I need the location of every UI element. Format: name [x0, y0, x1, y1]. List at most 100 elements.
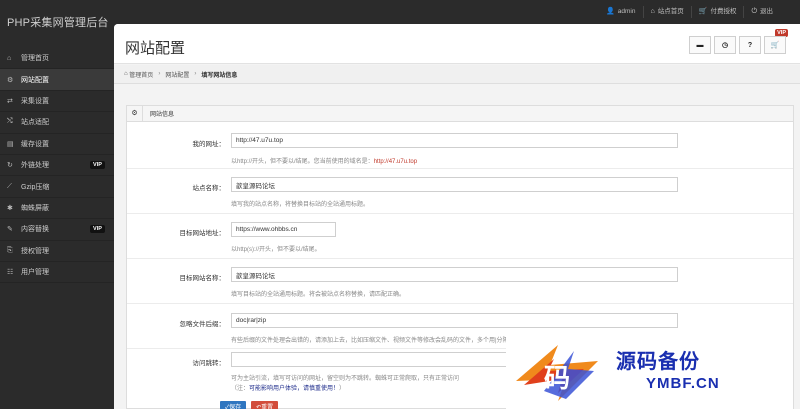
topnav-label: admin — [617, 8, 636, 15]
bug-icon: ✱ — [7, 204, 13, 212]
help-suffix: ） — [339, 386, 346, 392]
help-prefix: （注： — [231, 386, 250, 392]
database-icon: ▤ — [7, 140, 14, 148]
user-icon: 👤 — [606, 8, 615, 15]
topnav-license[interactable]: 🛒 付费授权 — [690, 6, 744, 18]
sidebar-item-label: 内容替换 — [21, 226, 49, 234]
topnav-label: 退出 — [760, 8, 773, 15]
box-header: ⚙ 网站信息 — [127, 105, 793, 122]
field-label: 我的网址： — [192, 141, 226, 148]
field-help: 以http(s)://开头，但不要以/结尾。 — [231, 247, 321, 253]
my-url-input[interactable]: http://47.u7u.top — [231, 133, 678, 148]
breadcrumb-site-config[interactable]: 网站配置 — [165, 70, 189, 79]
top-nav: 👤 admin ⌂ 站点首页 🛒 付费授权 ⏻ 退出 — [599, 6, 780, 18]
sidebar-item-cache-settings[interactable]: ▤ 缓存设置 — [0, 134, 114, 155]
field-label: 目标网站名称： — [179, 275, 226, 282]
vip-badge: VIP — [90, 161, 105, 170]
comment-icon[interactable]: ▬ — [689, 36, 711, 54]
field-my-url: 我的网址： http://47.u7u.top 以http://开头，但不要以/… — [127, 122, 793, 169]
brand-title: PHP采集网管理后台 — [7, 17, 109, 29]
gear-icon: ⚙ — [7, 76, 14, 84]
page-title: 网站配置 — [125, 40, 186, 57]
users-icon: ☷ — [7, 269, 14, 277]
sidebar-item-label: 外链处理 — [21, 162, 49, 170]
topnav-label: 站点首页 — [657, 8, 684, 15]
field-label: 访问跳转： — [192, 360, 226, 367]
sidebar-item-label: 网站配置 — [21, 76, 49, 84]
page-header: 网站配置 VIP ▬ ◷ ? 🛒 — [114, 24, 800, 64]
top-bar: PHP采集网管理后台 👤 admin ⌂ 站点首页 🛒 付费授权 ⏻ 退出 — [0, 0, 800, 29]
watermark-en: YMBF.CN — [646, 375, 720, 392]
header-buttons: ▬ ◷ ? 🛒 — [686, 36, 786, 54]
breadcrumb-separator: › — [158, 71, 161, 77]
sidebar-item-dashboard[interactable]: ⌂ 管理首页 — [0, 48, 114, 70]
gear-icon: ⚙ — [127, 105, 143, 122]
sidebar-item-label: 授权管理 — [21, 247, 49, 255]
target-name-input[interactable]: 歆皇源码论坛 — [231, 267, 678, 282]
sidebar-item-label: 用户管理 — [21, 269, 49, 277]
help-icon[interactable]: ? — [739, 36, 761, 54]
sidebar: ⌂ 管理首页 ⚙ 网站配置 ⇄ 采集设置 ⤭ 站点适配 ▤ 缓存设置 ↻ 外链处理 VIP ⟋… — [0, 48, 114, 409]
help-warning-text: 可能影响用户体验，请慎重使用！ — [249, 386, 340, 392]
topnav-user[interactable]: 👤 admin — [599, 6, 642, 18]
sidebar-item-label: 蜘蛛屏蔽 — [21, 204, 49, 212]
watermark: 码 源码备份 YMBF.CN — [506, 337, 793, 409]
compress-icon: ⟋ — [7, 182, 12, 190]
sidebar-item-users[interactable]: ☷ 用户管理 — [0, 262, 114, 284]
ignore-suffix-input[interactable]: doc|rar|zip — [231, 313, 678, 328]
box-title: 网站信息 — [150, 112, 175, 118]
pencil-icon: ✎ — [7, 226, 13, 234]
breadcrumb: ⌂ 管理首页 › 网站配置 › 填写网站信息 — [114, 65, 800, 84]
shuffle-icon: ⤭ — [7, 118, 13, 126]
sidebar-item-label: 采集设置 — [21, 97, 49, 105]
form-buttons: ✓保存 ↶重置 — [220, 401, 279, 409]
sidebar-item-label: Gzip压缩 — [21, 183, 50, 191]
topnav-site-home[interactable]: ⌂ 站点首页 — [642, 6, 691, 18]
sidebar-item-content-replace[interactable]: ✎ 内容替换 VIP — [0, 219, 114, 241]
field-help: 可为主站引流，填写可访问的网址，留空则为不跳转。蜘蛛可正常爬取，只有正常访问 — [231, 376, 460, 382]
field-site-name: 站点名称： 歆皇源码论坛 填写我的站点名称，将替换目标站的全站通用标题。 — [127, 169, 793, 214]
vip-badge: VIP — [90, 225, 105, 234]
home-icon: ⌂ — [650, 8, 655, 15]
home-icon: ⌂ — [7, 54, 12, 62]
watermark-logo-char: 码 — [544, 364, 570, 394]
save-button[interactable]: ✓保存 — [220, 401, 247, 409]
sidebar-item-license[interactable]: ⎘ 授权管理 — [0, 241, 114, 262]
cart-icon[interactable]: 🛒 — [764, 36, 786, 54]
watermark-cn: 源码备份 — [616, 349, 700, 373]
target-url-input[interactable]: https://www.ohbbs.cn — [231, 222, 336, 237]
sidebar-item-label: 管理首页 — [21, 55, 49, 63]
sidebar-item-label: 站点适配 — [21, 119, 49, 127]
site-name-input[interactable]: 歆皇源码论坛 — [231, 177, 678, 192]
field-target-url: 目标网站地址： https://www.ohbbs.cn 以http(s)://… — [127, 214, 793, 259]
current-domain: http://47.u7u.top — [373, 159, 418, 165]
breadcrumb-separator: › — [194, 71, 197, 77]
field-label: 目标网站地址： — [179, 230, 226, 237]
sidebar-item-site-adapt[interactable]: ⤭ 站点适配 — [0, 112, 114, 134]
help-text: 以http://开头，但不要以/结尾。您当前使用的域名是： — [231, 159, 374, 165]
sidebar-item-label: 缓存设置 — [21, 140, 49, 148]
sidebar-item-site-config[interactable]: ⚙ 网站配置 — [0, 69, 114, 91]
sidebar-item-gzip[interactable]: ⟋ Gzip压缩 — [0, 176, 114, 198]
field-target-name: 目标网站名称： 歆皇源码论坛 填写目标站的全站通用标题。将会被站点名称替换，请匹… — [127, 259, 793, 304]
clock-icon[interactable]: ◷ — [714, 36, 736, 54]
sidebar-item-external-links[interactable]: ↻ 外链处理 VIP — [0, 155, 114, 177]
field-help-warning: （注：可能影响用户体验，请慎重使用！） — [231, 383, 345, 392]
sidebar-item-collect-settings[interactable]: ⇄ 采集设置 — [0, 91, 114, 113]
field-help: 有些后缀的文件处理会出错的，请添加上去，比如压缩文件、视频文件等修改会乱码的文件… — [231, 338, 509, 344]
field-label: 站点名称： — [192, 185, 226, 192]
breadcrumb-current: 填写网站信息 — [201, 72, 238, 79]
breadcrumb-home[interactable]: 管理首页 — [129, 70, 153, 79]
license-icon: ⎘ — [7, 246, 13, 254]
field-help: 以http://开头，但不要以/结尾。您当前使用的域名是：http://47.u… — [231, 156, 417, 165]
sidebar-item-spider-block[interactable]: ✱ 蜘蛛屏蔽 — [0, 198, 114, 220]
watermark-logo: 码 — [516, 345, 598, 401]
field-help: 填写目标站的全站通用标题。将会被站点名称替换，请匹配正确。 — [231, 292, 406, 298]
logout-icon: ⏻ — [751, 8, 757, 15]
topnav-label: 付费授权 — [710, 8, 737, 15]
topnav-logout[interactable]: ⏻ 退出 — [743, 6, 780, 18]
cart-icon: 🛒 — [698, 8, 708, 15]
reset-button[interactable]: ↶重置 — [251, 401, 279, 409]
field-label: 忽略文件后缀： — [179, 321, 226, 328]
field-help: 填写我的站点名称，将替换目标站的全站通用标题。 — [231, 202, 370, 208]
